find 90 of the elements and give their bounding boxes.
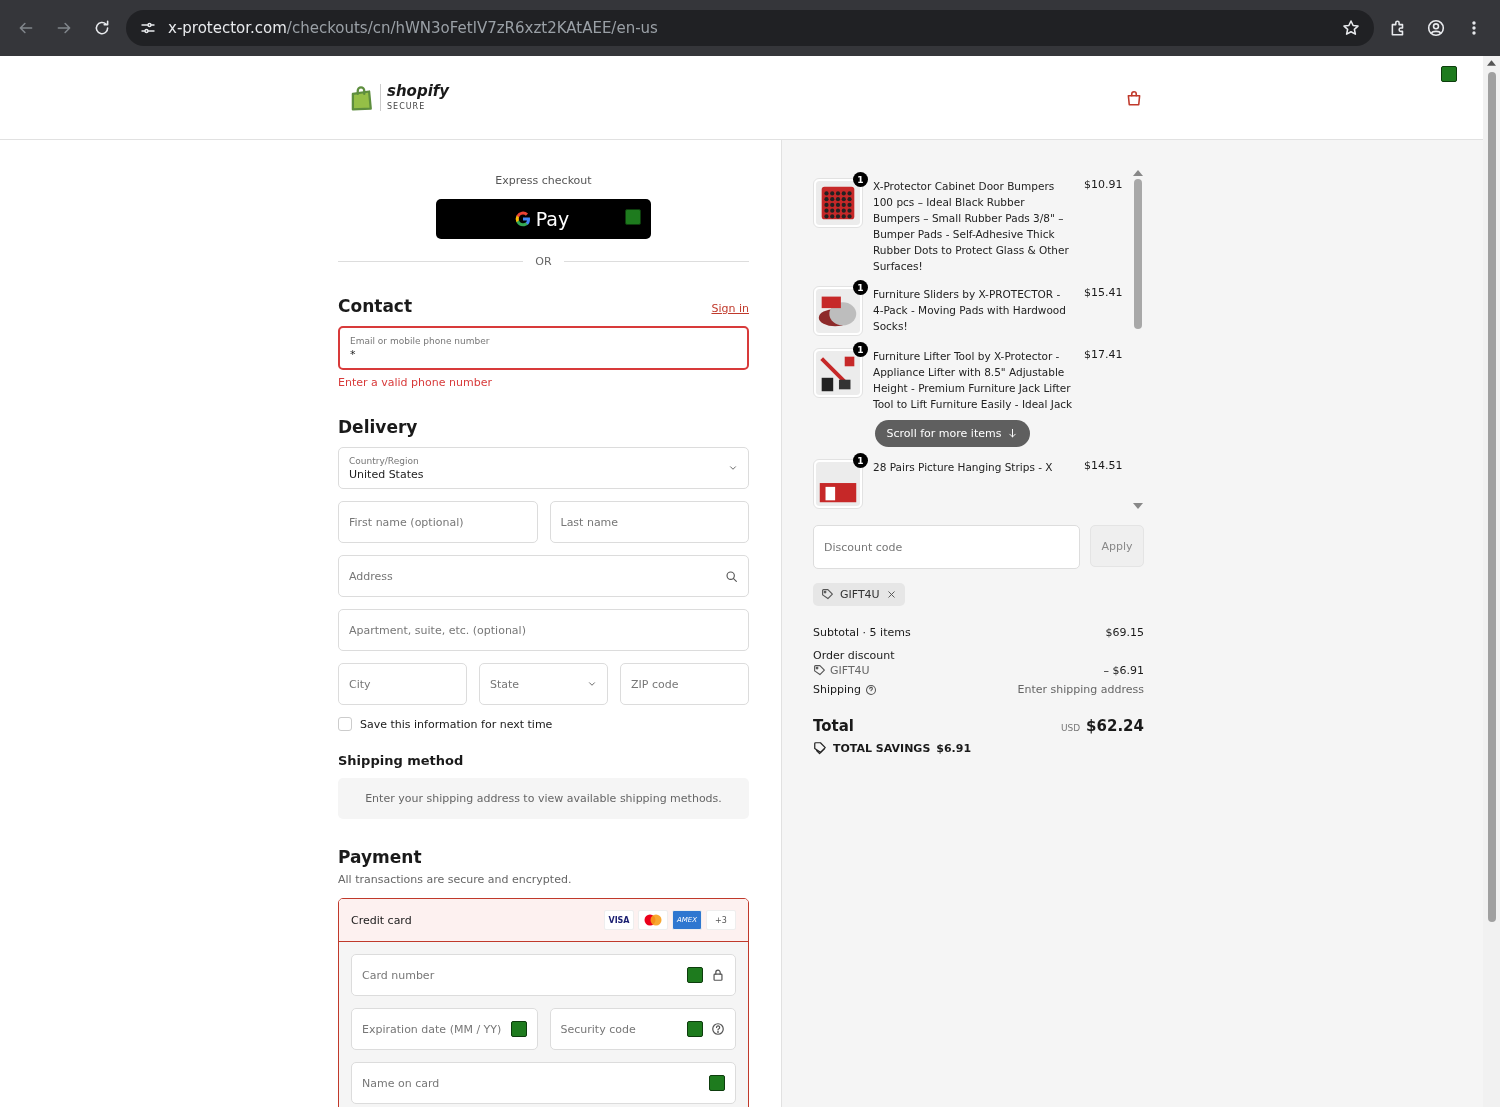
help-icon (711, 1022, 725, 1036)
shipping-notice: Enter your shipping address to view available shipping methods. (338, 778, 749, 819)
quantity-badge: 1 (853, 280, 868, 295)
help-icon (865, 683, 877, 696)
scroll-down-icon[interactable] (1133, 503, 1143, 509)
product-price: $10.91 (1084, 178, 1122, 191)
shipping-label: Shipping (813, 683, 861, 696)
input-field[interactable]: Apartment, suite, etc. (optional) (338, 609, 749, 651)
brand-name: shopify (387, 84, 450, 99)
input-field[interactable]: Expiration date (MM / YY) (351, 1008, 538, 1050)
google-pay-button[interactable]: Pay (436, 199, 651, 239)
scrollbar-thumb[interactable] (1134, 179, 1142, 329)
product-title: X-Protector Cabinet Door Bumpers 100 pcs – Ideal Black Rubber Bumpers – Small Rubber Pads 3/8" – Bumper Pads - Self-Adhesive Thick Rubber Dots to Protect Glass & Other Surfaces! (873, 179, 1070, 274)
product-title: Furniture Lifter Tool by X-Protector - Appliance Lifter with 8.5" Adjustable Height - Premium Furniture Jack Lifter Tool to Lift Furniture Easily - Ideal Jack (873, 349, 1074, 412)
sign-in-link[interactable]: Sign in (711, 302, 749, 315)
subtotal-value: $69.15 (1105, 626, 1144, 639)
search-icon (725, 569, 738, 583)
currency-code: USD (1060, 723, 1081, 733)
section-heading: Payment (338, 847, 422, 867)
scroll-up-icon[interactable] (1487, 60, 1496, 66)
apply-button[interactable]: Apply (1090, 525, 1144, 567)
chevron-down-icon (728, 463, 738, 473)
email-field[interactable]: Email or mobile phone number * (338, 326, 749, 370)
checkbox-label: Save this information for next time (360, 717, 553, 731)
extension-marker-icon (510, 1021, 527, 1037)
payment-subtitle: All transactions are secure and encrypted. (338, 873, 573, 886)
savings-value: $6.91 (936, 741, 972, 755)
error-message: Enter a valid phone number (338, 376, 493, 389)
product-title: 28 Pairs Picture Hanging Strips - X (873, 460, 1054, 475)
star-icon (1342, 19, 1360, 37)
extension-marker-icon (709, 1075, 725, 1091)
lock-icon (711, 968, 725, 982)
discount-tag: GIFT4U (813, 583, 905, 606)
discount-label: Order discount (813, 649, 895, 662)
savings-label: TOTAL SAVINGS (833, 741, 931, 755)
extension-marker-icon (687, 967, 703, 983)
subtotal-label: Subtotal · 5 items (813, 626, 911, 639)
visa-card-icon: VISA (604, 910, 634, 930)
total-label: Total (813, 717, 854, 735)
quantity-badge: 1 (853, 172, 868, 187)
reload-icon (93, 19, 111, 37)
input-field[interactable]: State (479, 663, 608, 705)
discount-code-field[interactable]: Discount code (813, 525, 1080, 569)
or-divider-label: OR (535, 255, 552, 268)
extension-marker-icon (1441, 66, 1457, 82)
checkbox[interactable] (338, 717, 352, 731)
section-heading: Delivery (338, 417, 418, 437)
extension-marker-icon (687, 1021, 703, 1037)
total-value: $62.24 (1086, 717, 1144, 735)
tag-icon (821, 588, 834, 601)
product-title: Furniture Sliders by X-PROTECTOR - 4-Pack - Moving Pads with Hardwood Socks! (873, 287, 1067, 334)
google-g-icon (513, 210, 532, 228)
extension-marker-icon (625, 209, 641, 225)
discount-code: GIFT4U (830, 664, 870, 677)
more-cards-count: +3 (706, 910, 736, 930)
cart-button[interactable] (1125, 88, 1143, 107)
express-checkout-label: Express checkout (494, 174, 593, 187)
input-field[interactable]: Address (338, 555, 749, 597)
section-heading: Shipping method (338, 753, 465, 768)
chevron-down-icon (587, 679, 597, 689)
scroll-hint-button[interactable]: Scroll for more items (874, 420, 1031, 447)
product-price: $15.41 (1084, 286, 1122, 299)
profile-icon (1427, 19, 1445, 37)
product-price: $17.41 (1084, 348, 1122, 361)
section-heading: Contact (338, 296, 413, 316)
site-settings-icon (140, 20, 156, 36)
input-field[interactable]: City (338, 663, 467, 705)
scrollbar-thumb[interactable] (1487, 72, 1496, 922)
quantity-badge: 1 (853, 453, 868, 468)
input-field[interactable]: Card number (351, 954, 736, 996)
product-price: $14.51 (1084, 459, 1122, 472)
discount-value: – $6.91 (1103, 664, 1144, 677)
scroll-up-icon[interactable] (1133, 170, 1143, 176)
mastercard-icon (638, 910, 668, 930)
shipping-value: Enter shipping address (1017, 683, 1144, 696)
input-field[interactable]: Security code (549, 1008, 736, 1050)
tag-icon (813, 664, 826, 677)
input-field[interactable]: ZIP code (620, 663, 749, 705)
country-select[interactable]: Country/Region United States (338, 447, 749, 489)
more-menu-icon (1472, 19, 1476, 37)
input-field[interactable]: Name on card (351, 1062, 736, 1104)
quantity-badge: 1 (853, 342, 868, 357)
address-bar[interactable]: x-protector.com/checkouts/cn/hWN3oFetlV7zR6xzt2KAtAEE/en-us (126, 10, 1374, 46)
bag-icon (1125, 88, 1143, 107)
input-field[interactable]: Last name (549, 501, 749, 543)
brand-subtitle: SECURE (387, 102, 427, 111)
input-field[interactable]: First name (optional) (338, 501, 538, 543)
tags-icon (813, 741, 827, 755)
close-icon (885, 589, 897, 600)
arrow-down-icon (1007, 428, 1019, 439)
